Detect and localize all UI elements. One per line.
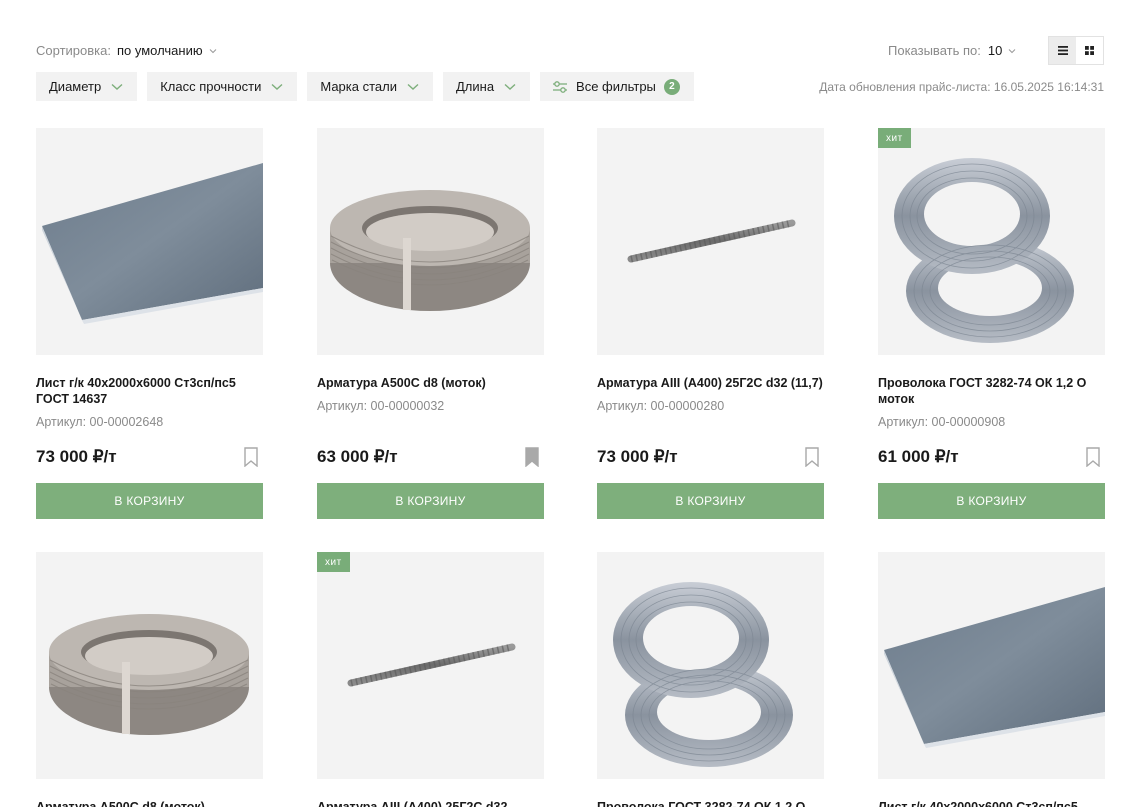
chevron-down-icon — [1008, 48, 1016, 53]
bookmark-icon[interactable] — [1085, 447, 1101, 467]
product-price: 73 000 ₽/т — [36, 447, 117, 466]
product-name[interactable]: Лист г/к 40х2000х6000 Ст3сп/пс5 — [878, 799, 1105, 807]
price-list-update: Дата обновления прайс-листа: 16.05.2025 … — [819, 80, 1104, 94]
product-sku: Артикул: 00-00000908 — [878, 415, 1006, 429]
product-image[interactable]: хит — [878, 128, 1105, 355]
product-sku: Артикул: 00-00002648 — [36, 415, 164, 429]
steel-sheet-image — [42, 163, 263, 324]
wire-coils-image — [613, 582, 793, 767]
rebar-coil-image — [49, 614, 249, 735]
product-card[interactable]: Арматура А500С d8 (моток) — [36, 552, 263, 807]
rebar-coil-image — [330, 190, 530, 311]
filter-count-badge: 2 — [663, 78, 680, 95]
chevron-down-icon — [504, 83, 516, 90]
product-price: 63 000 ₽/т — [317, 447, 398, 466]
product-card[interactable]: Арматура AIII (A400) 25Г2С d32 (11,7) Ар… — [597, 128, 824, 519]
filter-label: Диаметр — [49, 79, 102, 94]
bookmark-filled-icon[interactable] — [524, 447, 540, 467]
product-name[interactable]: Лист г/к 40х2000х6000 Ст3сп/пс5 ГОСТ 146… — [36, 375, 263, 407]
chevron-down-icon — [111, 83, 123, 90]
price-row: 73 000 ₽/т — [36, 447, 263, 467]
product-sku: Артикул: 00-00000280 — [597, 399, 725, 413]
add-to-cart-button[interactable]: В КОРЗИНУ — [597, 483, 824, 519]
product-card[interactable]: хит Проволока ГОСТ 3282-74 ОК 1,2 О мото… — [878, 128, 1105, 519]
price-row: 63 000 ₽/т — [317, 447, 544, 467]
product-name[interactable]: Проволока ГОСТ 3282-74 ОК 1,2 О моток — [878, 375, 1105, 407]
hit-badge: хит — [317, 552, 350, 572]
steel-sheet-image — [884, 587, 1105, 748]
per-page-label: Показывать по: — [888, 43, 981, 58]
chevron-down-icon — [209, 48, 216, 53]
list-view-button[interactable] — [1049, 37, 1076, 64]
product-name[interactable]: Арматура AIII (A400) 25Г2С d32 (11,7) — [597, 375, 824, 391]
all-filters-label: Все фильтры — [576, 79, 656, 94]
filter-strength-class[interactable]: Класс прочности — [147, 72, 298, 101]
grid-view-icon — [1085, 46, 1094, 55]
filter-label: Класс прочности — [160, 79, 262, 94]
price-row: 61 000 ₽/т — [878, 447, 1105, 467]
rebar-rod-image — [347, 643, 516, 687]
add-to-cart-button[interactable]: В КОРЗИНУ — [878, 483, 1105, 519]
product-image[interactable] — [597, 552, 824, 779]
bookmark-icon[interactable] — [243, 447, 259, 467]
product-price: 73 000 ₽/т — [597, 447, 678, 466]
grid-view-button[interactable] — [1076, 37, 1103, 64]
add-to-cart-button[interactable]: В КОРЗИНУ — [36, 483, 263, 519]
filter-sliders-icon — [553, 80, 568, 93]
product-card[interactable]: Лист г/к 40х2000х6000 Ст3сп/пс5 ГОСТ 146… — [36, 128, 263, 519]
sort-value[interactable]: по умолчанию — [117, 43, 203, 58]
sort-label: Сортировка: — [36, 43, 111, 58]
product-name[interactable]: Арматура А500С d8 (моток) — [317, 375, 544, 391]
product-price: 61 000 ₽/т — [878, 447, 959, 466]
chevron-down-icon — [271, 83, 283, 90]
price-list-update-label: Дата обновления прайс-листа: — [819, 80, 991, 94]
product-name[interactable]: Арматура AIII (A400) 25Г2С d32 — [317, 799, 544, 807]
product-image[interactable] — [317, 128, 544, 355]
chevron-down-icon — [407, 83, 419, 90]
per-page-control[interactable]: Показывать по: 10 — [888, 43, 1016, 58]
sort-control[interactable]: Сортировка: по умолчанию — [36, 43, 217, 58]
product-image[interactable] — [36, 128, 263, 355]
product-card[interactable]: Проволока ГОСТ 3282-74 ОК 1,2 О — [597, 552, 824, 807]
product-image[interactable] — [878, 552, 1105, 779]
product-card[interactable]: Лист г/к 40х2000х6000 Ст3сп/пс5 — [878, 552, 1105, 807]
filter-label: Марка стали — [320, 79, 397, 94]
price-list-update-value: 16.05.2025 16:14:31 — [993, 80, 1104, 94]
product-image[interactable] — [597, 128, 824, 355]
product-name[interactable]: Арматура А500С d8 (моток) — [36, 799, 263, 807]
list-view-icon — [1057, 46, 1068, 55]
hit-badge: хит — [878, 128, 911, 148]
filter-diameter[interactable]: Диаметр — [36, 72, 138, 101]
view-switcher — [1048, 36, 1104, 65]
product-image[interactable]: хит — [317, 552, 544, 779]
product-card[interactable]: хит Арматура AIII (A400) 25Г2С d32 — [317, 552, 544, 807]
filter-steel-grade[interactable]: Марка стали — [307, 72, 433, 101]
wire-coils-image — [894, 158, 1074, 343]
per-page-value[interactable]: 10 — [988, 43, 1002, 58]
all-filters-button[interactable]: Все фильтры 2 — [540, 72, 694, 101]
filter-label: Длина — [455, 79, 495, 94]
bookmark-icon[interactable] — [804, 447, 820, 467]
product-card[interactable]: Арматура А500С d8 (моток) Артикул: 00-00… — [317, 128, 544, 519]
product-name[interactable]: Проволока ГОСТ 3282-74 ОК 1,2 О — [597, 799, 824, 807]
filter-length[interactable]: Длина — [442, 72, 531, 101]
product-image[interactable] — [36, 552, 263, 779]
rebar-rod-image — [627, 219, 796, 263]
product-sku: Артикул: 00-00000032 — [317, 399, 445, 413]
filter-bar: Диаметр Класс прочности Марка стали Длин… — [36, 72, 704, 101]
price-row: 73 000 ₽/т — [597, 447, 824, 467]
add-to-cart-button[interactable]: В КОРЗИНУ — [317, 483, 544, 519]
